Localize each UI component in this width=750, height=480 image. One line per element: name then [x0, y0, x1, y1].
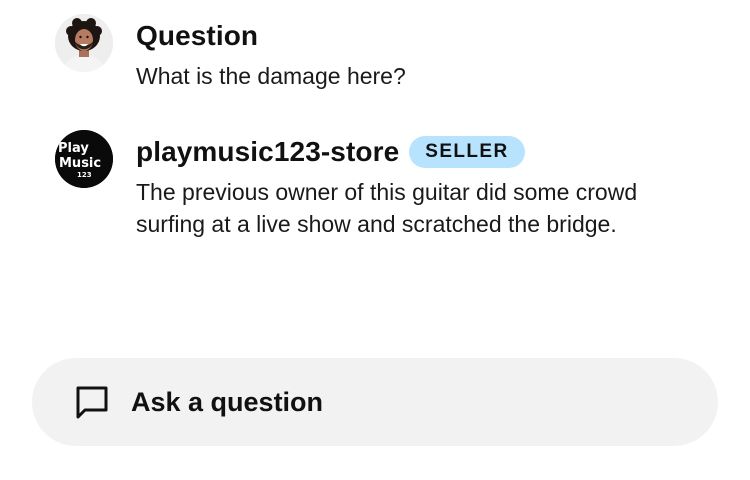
question-content: Question What is the damage here? — [136, 14, 656, 92]
person-avatar-icon — [55, 14, 113, 72]
store-logo-line-3: 123 — [77, 171, 92, 179]
answer-header: playmusic123-store SELLER — [136, 130, 656, 174]
seller-name[interactable]: playmusic123-store — [136, 136, 399, 168]
answer-item: Play Music 123 playmusic123-store SELLER… — [55, 130, 656, 240]
answer-text: The previous owner of this guitar did so… — [136, 179, 638, 237]
user-avatar — [55, 14, 113, 72]
seller-badge: SELLER — [409, 136, 525, 168]
question-author: Question — [136, 20, 259, 51]
question-text: What is the damage here? — [136, 63, 406, 89]
chat-bubble-icon — [75, 385, 109, 419]
store-avatar: Play Music 123 — [55, 130, 113, 188]
answer-content: playmusic123-store SELLER The previous o… — [136, 130, 656, 240]
question-item: Question What is the damage here? — [55, 14, 656, 92]
store-logo-icon: Play Music 123 — [55, 130, 113, 188]
ask-question-button[interactable]: Ask a question — [32, 358, 718, 446]
store-logo-line-2: Music — [59, 156, 101, 171]
question-header: Question — [136, 14, 656, 58]
store-logo-line-1: Play — [58, 141, 89, 156]
ask-question-label: Ask a question — [131, 386, 324, 417]
